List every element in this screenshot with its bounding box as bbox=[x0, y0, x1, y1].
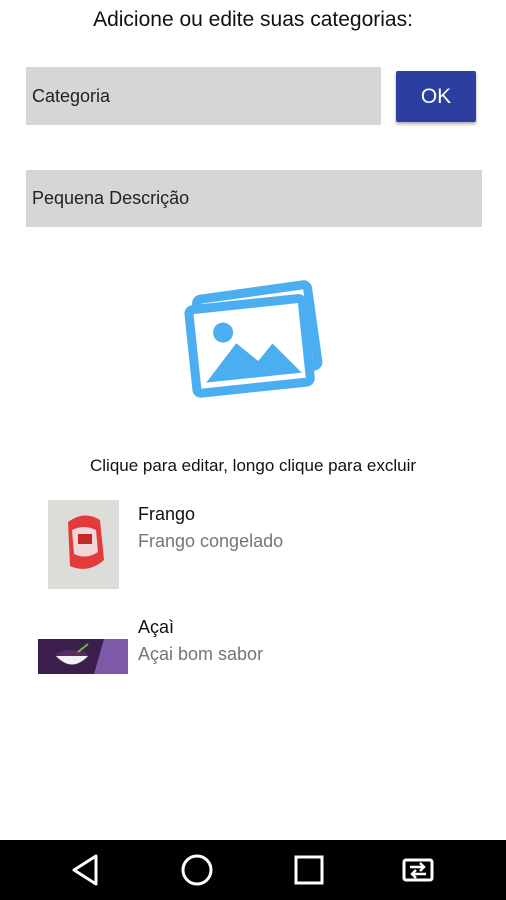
description-input[interactable]: Pequena Descrição bbox=[26, 170, 482, 227]
home-icon[interactable] bbox=[177, 850, 217, 890]
description-placeholder: Pequena Descrição bbox=[32, 188, 190, 208]
list-item-frango[interactable]: Frango Frango congelado bbox=[0, 495, 506, 595]
item-title: Açaì bbox=[138, 617, 175, 637]
back-icon[interactable] bbox=[66, 850, 106, 890]
item-subtitle: Açai bom sabor bbox=[138, 644, 264, 664]
hint-text: Clique para editar, longo clique para ex… bbox=[89, 456, 417, 475]
switch-app-icon[interactable] bbox=[398, 850, 438, 890]
category-placeholder: Categoria bbox=[32, 85, 111, 106]
list-item-acai[interactable]: Açaì Açai bom sabor bbox=[0, 613, 506, 713]
item-title: Frango bbox=[138, 504, 196, 524]
navigation-bar bbox=[0, 840, 506, 900]
frango-thumbnail bbox=[48, 500, 119, 589]
category-input[interactable]: Categoria bbox=[26, 67, 381, 125]
item-subtitle: Frango congelado bbox=[138, 531, 284, 551]
recent-apps-icon[interactable] bbox=[289, 850, 329, 890]
ok-button[interactable]: OK bbox=[396, 71, 476, 122]
image-picker-icon[interactable] bbox=[180, 278, 330, 398]
acai-thumbnail bbox=[38, 639, 128, 674]
page-title: Adicione ou edite suas categorias: bbox=[93, 8, 413, 31]
